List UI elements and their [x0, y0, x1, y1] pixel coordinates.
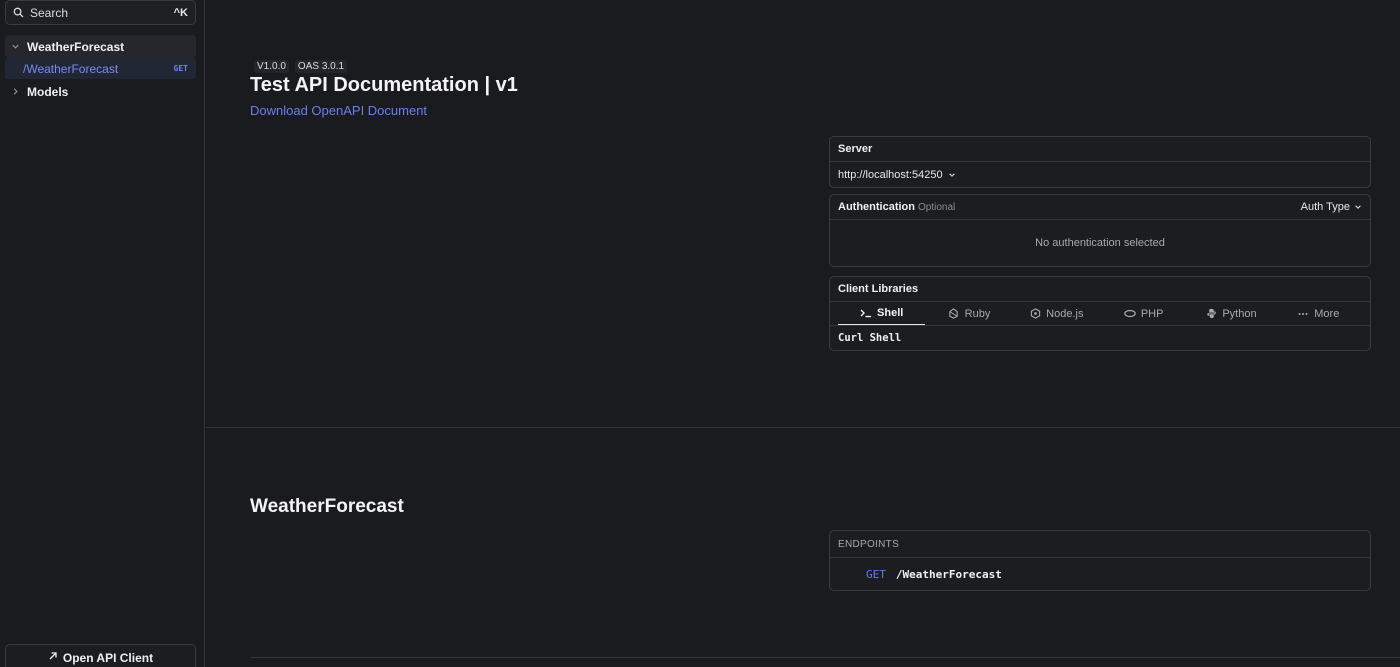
- sidebar-item-weatherforecast-get[interactable]: /WeatherForecast GET: [5, 58, 196, 79]
- authentication-title: Authentication: [838, 201, 915, 213]
- version-badges: V1.0.0 OAS 3.0.1: [254, 60, 348, 73]
- arrow-up-right-icon: [48, 651, 58, 661]
- client-libraries-title: Client Libraries: [838, 283, 919, 295]
- tab-nodejs[interactable]: Node.js: [1013, 302, 1100, 325]
- search-icon: [13, 7, 24, 18]
- tab-label: PHP: [1140, 307, 1164, 320]
- sidebar-item-label: /WeatherForecast: [23, 61, 119, 76]
- tab-php[interactable]: PHP: [1100, 302, 1187, 325]
- auth-type-dropdown[interactable]: Auth Type: [1301, 201, 1362, 213]
- tab-ruby[interactable]: Ruby: [925, 302, 1012, 325]
- server-select[interactable]: http://localhost:54250: [830, 162, 1370, 187]
- tab-label: More: [1314, 307, 1340, 320]
- section-divider: [206, 427, 1400, 428]
- server-url: http://localhost:54250: [838, 168, 943, 181]
- php-icon: [1124, 308, 1136, 320]
- server-card: Server http://localhost:54250: [829, 136, 1371, 188]
- server-title: Server: [838, 143, 873, 155]
- chevron-down-icon: [948, 171, 956, 179]
- page-title: Test API Documentation | v1: [250, 74, 518, 96]
- search-shortcut: ^K: [173, 6, 188, 19]
- open-client-label: Open API Client: [62, 651, 154, 665]
- version-badge: V1.0.0: [254, 60, 289, 73]
- tab-python[interactable]: Python: [1187, 302, 1274, 325]
- authentication-empty-state: No authentication selected: [1035, 237, 1165, 249]
- oas-badge: OAS 3.0.1: [294, 60, 348, 73]
- tab-label: Node.js: [1046, 307, 1084, 320]
- search-input[interactable]: Search ^K: [5, 0, 196, 25]
- auth-type-label: Auth Type: [1300, 201, 1350, 213]
- ruby-icon: [948, 308, 960, 320]
- tab-label: Ruby: [964, 307, 991, 320]
- section-title: WeatherForecast: [250, 496, 404, 517]
- tab-label: Shell: [877, 307, 904, 319]
- main-content: V1.0.0 OAS 3.0.1 Test API Documentation …: [206, 0, 1400, 667]
- tab-label: Python: [1222, 307, 1257, 320]
- client-libraries-header: Client Libraries: [830, 277, 1370, 302]
- endpoints-header: ENDPOINTS: [830, 531, 1370, 558]
- python-icon: [1205, 308, 1217, 320]
- download-openapi-link[interactable]: Download OpenAPI Document: [250, 103, 427, 118]
- authentication-card-header: Authentication Optional Auth Type: [830, 195, 1370, 220]
- sidebar-group-label: Models: [27, 84, 69, 99]
- client-tabs: Shell Ruby Node.js PHP Python More: [830, 302, 1370, 326]
- tab-shell[interactable]: Shell: [838, 302, 926, 325]
- chevron-right-icon: [11, 87, 21, 96]
- authentication-card: Authentication Optional Auth Type No aut…: [829, 194, 1371, 267]
- chevron-down-icon: [1354, 203, 1362, 211]
- sidebar-group-label: WeatherForecast: [27, 39, 125, 54]
- endpoint-row[interactable]: GET /WeatherForecast: [830, 558, 1370, 590]
- endpoint-method: GET: [866, 567, 886, 581]
- search-label: Search: [30, 5, 69, 20]
- selected-client-label: Curl Shell: [838, 332, 902, 344]
- tab-more[interactable]: More: [1275, 302, 1362, 325]
- open-api-client-button[interactable]: Open API Client: [5, 644, 196, 667]
- method-badge: GET: [173, 64, 188, 73]
- chevron-down-icon: [11, 42, 21, 51]
- sidebar-group-models[interactable]: Models: [5, 80, 196, 103]
- app-root: Search ^K WeatherForecast /WeatherForeca…: [0, 0, 1400, 667]
- nodejs-icon: [1029, 308, 1041, 320]
- sidebar-group-weatherforecast[interactable]: WeatherForecast: [5, 35, 196, 58]
- terminal-icon: [860, 307, 872, 319]
- client-libraries-card: Client Libraries Shell Ruby Node.js PHP …: [829, 276, 1371, 351]
- section-bottom-divider: [250, 657, 1400, 658]
- endpoints-card: ENDPOINTS GET /WeatherForecast: [829, 530, 1371, 591]
- more-icon: [1297, 308, 1309, 320]
- endpoint-path: /WeatherForecast: [895, 567, 1002, 581]
- optional-label: Optional: [918, 201, 956, 213]
- sidebar: Search ^K WeatherForecast /WeatherForeca…: [0, 0, 205, 667]
- server-card-header: Server: [830, 137, 1370, 162]
